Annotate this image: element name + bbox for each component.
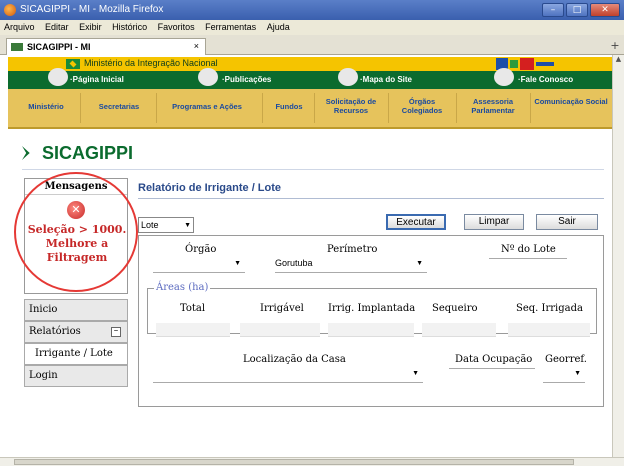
localizacao-label: Localização da Casa (243, 354, 346, 365)
lote-number-label: Nº do Lote (501, 244, 556, 255)
orgao-label: Órgão (185, 244, 217, 255)
page-content: Ministério da Integração Nacional ·Págin… (0, 55, 612, 457)
menu-favoritos[interactable]: Favoritos (158, 20, 195, 35)
executar-button[interactable]: Executar (386, 214, 446, 230)
irrigavel-field[interactable] (240, 323, 320, 337)
maximize-button[interactable]: □ (566, 3, 588, 17)
link-publicacoes[interactable]: ·Publicações (222, 75, 271, 84)
new-tab-icon[interactable]: + (608, 39, 622, 53)
tab-label: SICAGIPPI - MI (27, 42, 91, 52)
nav-secretarias[interactable]: Secretarias (86, 102, 152, 111)
report-type-select[interactable]: Lote ▼ (138, 217, 194, 233)
filter-form: Órgão ▼ Perímetro Gorutuba ▼ Nº do Lote … (138, 235, 604, 407)
sidemenu-relatorios-label: Relatórios (29, 326, 81, 337)
sair-button[interactable]: Sair (536, 214, 598, 230)
close-window-button[interactable]: ✕ (590, 3, 620, 17)
link-pagina-inicial[interactable]: ·Página Inicial (70, 75, 124, 84)
nav-programas[interactable]: Programas e Ações (160, 102, 254, 111)
tab-sicagippi[interactable]: SICAGIPPI - MI × (6, 38, 206, 55)
menu-arquivo[interactable]: Arquivo (4, 20, 35, 35)
perimetro-select[interactable]: Gorutuba ▼ (275, 258, 427, 272)
perimetro-label: Perímetro (327, 244, 378, 255)
irrigavel-label: Irrigável (260, 303, 304, 314)
publications-icon (198, 68, 218, 86)
horizontal-scroll-thumb[interactable] (14, 459, 574, 465)
dropdown-arrow-icon: ▼ (184, 222, 191, 229)
georref-select[interactable]: ▼ (543, 368, 585, 382)
dropdown-arrow-icon: ▼ (574, 370, 581, 377)
contact-icon (494, 68, 514, 86)
irrig-implantada-label: Irrig. Implantada (328, 303, 416, 314)
dropdown-arrow-icon: ▼ (412, 370, 419, 377)
sidemenu-irrigante-lote[interactable]: Irrigante / Lote (24, 343, 128, 365)
areas-legend: Áreas (ha) (154, 282, 211, 293)
nav-assessoria[interactable]: Assessoria Parlamentar (460, 97, 526, 115)
seq-irrigada-label: Seq. Irrigada (516, 303, 583, 314)
report-title-underline (138, 198, 604, 199)
window-titlebar: SICAGIPPI - MI - Mozilla Firefox – □ ✕ (0, 0, 624, 20)
total-label: Total (180, 303, 206, 314)
irrig-implantada-field[interactable] (328, 323, 414, 337)
dropdown-arrow-icon: ▼ (234, 260, 241, 267)
menu-exibir[interactable]: Exibir (79, 20, 102, 35)
localizacao-select[interactable]: ▼ (153, 368, 423, 382)
horizontal-scrollbar[interactable] (0, 457, 624, 466)
report-type-value: Lote (141, 220, 159, 230)
data-ocupacao-label: Data Ocupação (455, 354, 533, 365)
collapse-icon[interactable]: – (111, 327, 121, 337)
site-map-icon (338, 68, 358, 86)
app-title-text: SICAGIPPI (42, 143, 134, 163)
nav-ministerio[interactable]: Ministério (18, 102, 74, 111)
sidemenu-irrigante-label: Irrigante / Lote (35, 348, 113, 359)
nav-fundos[interactable]: Fundos (266, 102, 312, 111)
total-field[interactable] (156, 323, 230, 337)
menu-ajuda[interactable]: Ajuda (267, 20, 290, 35)
minimize-button[interactable]: – (542, 3, 564, 17)
menu-historico[interactable]: Histórico (112, 20, 147, 35)
georref-label: Georref. (545, 354, 587, 365)
highlight-ring (14, 172, 138, 292)
ministry-name: Ministério da Integração Nacional (84, 58, 218, 68)
sidemenu-login[interactable]: Login (24, 365, 128, 387)
seq-irrigada-field[interactable] (508, 323, 590, 337)
home-icon (48, 68, 68, 86)
main-nav: Ministério Secretarias Programas e Ações… (8, 89, 612, 129)
areas-fieldset: Áreas (ha) Total Irrigável Irrig. Implan… (147, 282, 597, 337)
favicon-icon (11, 43, 23, 51)
tab-bar: SICAGIPPI - MI × + (0, 35, 624, 55)
sidemenu-login-label: Login (29, 370, 58, 381)
firefox-icon (4, 4, 16, 16)
tab-close-icon[interactable]: × (194, 41, 199, 51)
perimetro-value: Gorutuba (275, 258, 313, 268)
window-title: SICAGIPPI - MI - Mozilla Firefox (20, 4, 164, 15)
gov-bar: Ministério da Integração Nacional (8, 57, 612, 71)
app-title: SICAGIPPI (22, 143, 133, 164)
vertical-scrollbar[interactable]: ▲ (612, 55, 624, 457)
side-menu: Inicio Relatórios – Irrigante / Lote Log… (24, 299, 128, 387)
menu-ferramentas[interactable]: Ferramentas (205, 20, 256, 35)
limpar-button[interactable]: Limpar (464, 214, 524, 230)
menu-editar[interactable]: Editar (45, 20, 69, 35)
divider (22, 169, 604, 170)
sequeiro-label: Sequeiro (432, 303, 478, 314)
scroll-up-icon[interactable]: ▲ (613, 55, 624, 66)
link-mapa-do-site[interactable]: ·Mapa do Site (360, 75, 412, 84)
dropdown-arrow-icon: ▼ (416, 260, 423, 267)
sequeiro-field[interactable] (422, 323, 496, 337)
nav-orgaos[interactable]: Órgãos Colegiados (394, 97, 450, 115)
report-title: Relatório de Irrigante / Lote (138, 182, 282, 194)
top-links-bar: ·Página Inicial ·Publicações ·Mapa do Si… (8, 68, 612, 89)
sidemenu-inicio-label: Inicio (29, 304, 58, 315)
nav-comunicacao[interactable]: Comunicação Social (534, 97, 608, 106)
sidemenu-relatorios[interactable]: Relatórios – (24, 321, 128, 343)
arrow-icon (22, 146, 30, 160)
brazil-flag-icon (66, 59, 80, 69)
menu-bar: Arquivo Editar Exibir Histórico Favorito… (0, 20, 624, 35)
nav-solicitacao[interactable]: Solicitação de Recursos (316, 97, 386, 115)
orgao-select[interactable]: ▼ (153, 258, 245, 272)
link-fale-conosco[interactable]: ·Fale Conosco (518, 75, 573, 84)
sidemenu-inicio[interactable]: Inicio (24, 299, 128, 321)
